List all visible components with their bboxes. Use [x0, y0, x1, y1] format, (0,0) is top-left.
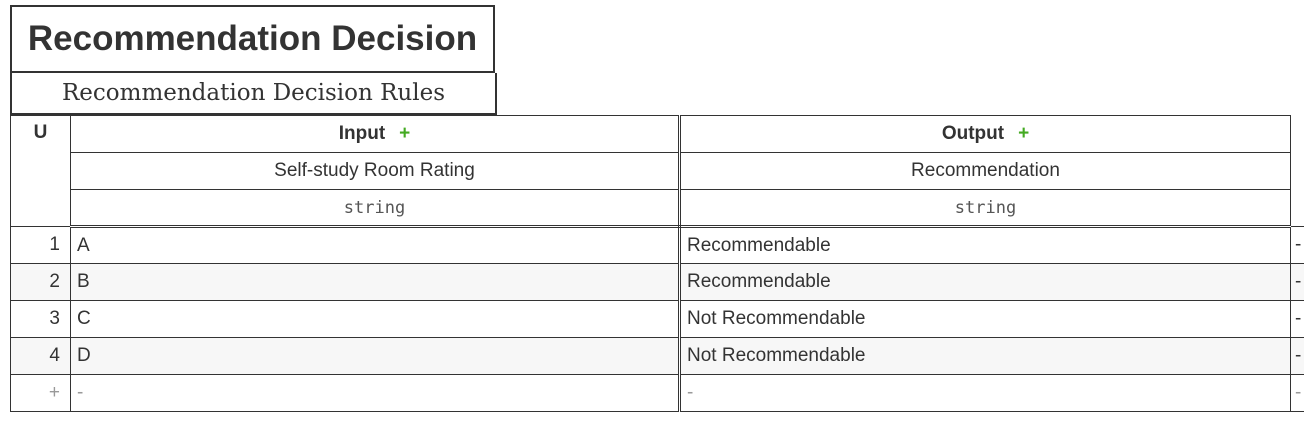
rule-index: 1 — [10, 226, 71, 264]
add-rule-button[interactable]: + — [10, 374, 71, 412]
rule-row: 4 D Not Recommendable - — [10, 337, 1304, 375]
input-section-label: Input — [338, 123, 386, 144]
add-rule-output-placeholder[interactable]: - — [679, 374, 1291, 412]
add-output-button[interactable]: + — [1018, 123, 1029, 144]
output-section-header: Output + — [679, 115, 1291, 153]
input-column-type[interactable]: string — [70, 189, 681, 228]
output-column-name[interactable]: Recommendation — [679, 152, 1291, 190]
output-section-label: Output — [941, 123, 1005, 144]
output-column-type[interactable]: string — [679, 189, 1291, 228]
rule-input-cell[interactable]: A — [70, 226, 681, 264]
add-input-button[interactable]: + — [399, 123, 410, 144]
rule-index: 4 — [10, 337, 71, 375]
rule-row: 1 A Recommendable - — [10, 226, 1304, 264]
decision-table: U Input + Output + Self-study Room Rating … — [10, 115, 1304, 412]
rule-row: 3 C Not Recommendable - — [10, 300, 1304, 338]
rule-input-cell[interactable]: B — [70, 263, 681, 301]
rule-output-cell[interactable]: Not Recommendable — [679, 300, 1291, 338]
rule-annotation-cell[interactable]: - — [1290, 337, 1304, 375]
decision-table-subtitle[interactable]: Recommendation Decision Rules — [10, 73, 497, 115]
input-section-header: Input + — [70, 115, 681, 153]
rule-index: 3 — [10, 300, 71, 338]
rule-annotation-cell[interactable]: - — [1290, 226, 1304, 264]
add-rule-annotation-placeholder[interactable]: - — [1290, 374, 1304, 412]
rule-output-cell[interactable]: Not Recommendable — [679, 337, 1291, 375]
hit-policy-cell[interactable]: U — [10, 115, 71, 227]
rule-index: 2 — [10, 263, 71, 301]
input-column-name[interactable]: Self-study Room Rating — [70, 152, 681, 190]
rule-input-cell[interactable]: C — [70, 300, 681, 338]
rule-output-cell[interactable]: Recommendable — [679, 263, 1291, 301]
annotation-header — [1290, 115, 1304, 227]
rule-input-cell[interactable]: D — [70, 337, 681, 375]
rule-row: 2 B Recommendable - — [10, 263, 1304, 301]
decision-table-title[interactable]: Recommendation Decision — [10, 5, 495, 73]
add-rule-input-placeholder[interactable]: - — [70, 374, 681, 412]
rule-annotation-cell[interactable]: - — [1290, 300, 1304, 338]
rule-output-cell[interactable]: Recommendable — [679, 226, 1291, 264]
add-rule-row: + - - - — [10, 374, 1304, 412]
rule-annotation-cell[interactable]: - — [1290, 263, 1304, 301]
